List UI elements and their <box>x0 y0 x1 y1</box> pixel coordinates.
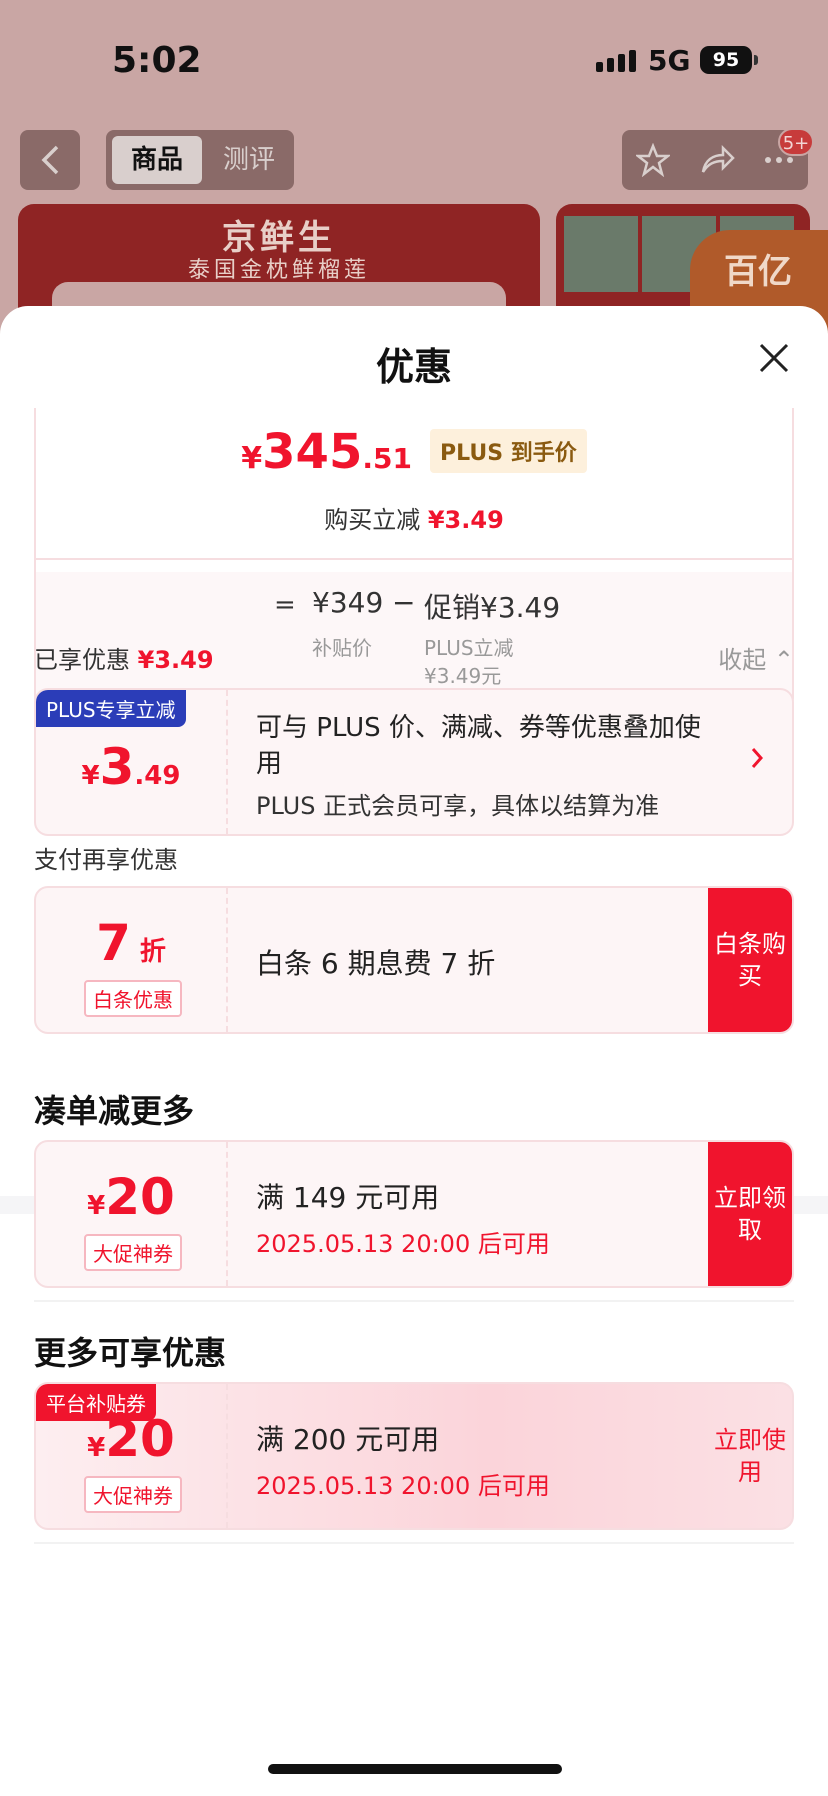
baitiao-label: 白条优惠 <box>84 980 182 1017</box>
chevron-right-icon <box>751 748 764 768</box>
coupon-currency: ¥ <box>81 761 100 791</box>
message-badge: 5+ <box>778 128 814 156</box>
more-discounts-heading: 更多可享优惠 <box>34 1334 227 1372</box>
platform-subsidy-coupon: 平台补贴券 ¥20 大促神券 满 200 元可用 2025.05.13 20:0… <box>34 1382 794 1530</box>
tab-product[interactable]: 商品 <box>112 136 202 184</box>
price-decimal: .51 <box>362 442 412 475</box>
signal-icon <box>596 50 636 72</box>
enjoyed-label: 已享优惠 <box>34 646 138 674</box>
coupon-description: 可与 PLUS 价、满减、券等优惠叠加使用 <box>256 713 701 779</box>
discount-rate-number: 7 <box>96 914 131 972</box>
chevron-left-icon <box>41 145 59 175</box>
coupon-value-area: ¥20 大促神券 <box>36 1142 228 1286</box>
final-price: ¥ 345 .51 PLUS 到手价 <box>36 424 792 481</box>
coupon-amount: ¥3.49 <box>36 738 226 796</box>
photo-thumb <box>564 216 638 292</box>
pay-discount-label: 支付再享优惠 <box>34 846 178 874</box>
subsidy-price: ¥349 <box>312 586 384 619</box>
battery-nub <box>754 55 758 65</box>
more-icon[interactable] <box>764 156 794 164</box>
back-button[interactable] <box>20 130 80 190</box>
formula-minus: − <box>392 586 416 619</box>
background-page: 5:02 5G 95 商品 测评 5+ 京鲜生 泰国金枕鲜榴莲 百亿 <box>0 0 828 362</box>
coupon-currency: ¥ <box>87 1433 106 1463</box>
battery-icon: 95 <box>700 46 752 74</box>
coupon-note: PLUS 正式会员可享，具体以结算为准 <box>256 792 660 820</box>
enjoyed-discount-row: 已享优惠 ¥3.49 收起 ⌃ <box>34 640 794 675</box>
status-time: 5:02 <box>112 40 202 81</box>
network-label: 5G <box>648 44 691 77</box>
price-currency: ¥ <box>241 441 263 476</box>
divider <box>34 1542 794 1544</box>
coupon-valid-date: 2025.05.13 20:00 后可用 <box>256 1230 550 1258</box>
plus-discount-coupon[interactable]: PLUS专享立减 ¥3.49 可与 PLUS 价、满减、券等优惠叠加使用 PLU… <box>34 688 794 836</box>
formula-equals: = <box>274 590 296 620</box>
coupon-type-label: 大促神券 <box>84 1476 182 1513</box>
divider <box>36 558 792 560</box>
baitiao-buy-button[interactable]: 白条购买 <box>708 888 792 1032</box>
brand-subtitle: 泰国金枕鲜榴莲 <box>187 258 370 283</box>
coupon-value-area: 7 折 白条优惠 <box>36 888 228 1032</box>
share-icon[interactable] <box>699 145 735 175</box>
coupon-condition: 满 149 元可用 <box>256 1181 440 1214</box>
bundle-coupon: ¥20 大促神券 满 149 元可用 2025.05.13 20:00 后可用 … <box>34 1140 794 1288</box>
promo-amount: 促销¥3.49 <box>424 591 561 624</box>
enjoyed-value: ¥3.49 <box>137 646 214 674</box>
coupon-type-label: 大促神券 <box>84 1234 182 1271</box>
sheet-title: 优惠 <box>375 345 452 389</box>
price-integer: 345 <box>262 424 363 480</box>
instant-discount: 购买立减 ¥3.49 <box>36 500 792 535</box>
tab-review[interactable]: 测评 <box>214 136 284 184</box>
instant-discount-value: ¥3.49 <box>427 506 504 534</box>
coupon-amount-int: 20 <box>105 1410 175 1468</box>
status-bar: 5:02 5G 95 <box>0 0 828 110</box>
coupon-amount-dec: .49 <box>134 761 181 791</box>
home-indicator <box>268 1764 562 1774</box>
coupon-amount: ¥20 <box>36 1410 226 1468</box>
coupon-valid-date: 2025.05.13 20:00 后可用 <box>256 1472 550 1500</box>
product-nav: 商品 测评 5+ <box>0 128 828 190</box>
baitiao-coupon: 7 折 白条优惠 白条 6 期息费 7 折 白条购买 <box>34 886 794 1034</box>
baitiao-description: 白条 6 期息费 7 折 <box>256 947 496 980</box>
discount-sheet: 优惠 ¥ 345 .51 PLUS 到手价 购买立减 ¥3.49 = ¥349 … <box>0 306 828 1796</box>
coupon-value-area: PLUS专享立减 ¥3.49 <box>36 690 228 834</box>
coupon-condition: 满 200 元可用 <box>256 1423 440 1456</box>
coupon-amount: ¥20 <box>36 1168 226 1226</box>
star-icon[interactable] <box>636 143 671 177</box>
bundle-heading: 凑单减更多 <box>34 1092 195 1130</box>
discount-rate-unit: 折 <box>130 937 166 967</box>
discount-rate: 7 折 <box>36 914 226 972</box>
close-icon[interactable] <box>756 340 792 376</box>
plus-price-tag: PLUS 到手价 <box>429 429 587 473</box>
claim-coupon-button[interactable]: 立即领取 <box>708 1142 792 1286</box>
collapse-button[interactable]: 收起 ⌃ <box>718 640 794 675</box>
coupon-value-area: 平台补贴券 ¥20 大促神券 <box>36 1384 228 1528</box>
coupon-amount-int: 20 <box>105 1168 175 1226</box>
coupon-amount-int: 3 <box>99 738 135 796</box>
divider <box>34 1300 794 1302</box>
use-coupon-button[interactable]: 立即使用 <box>708 1384 792 1528</box>
tab-switcher: 商品 测评 <box>106 130 294 190</box>
instant-discount-label: 购买立减 <box>324 506 428 534</box>
coupon-currency: ¥ <box>87 1191 106 1221</box>
plus-exclusive-tag: PLUS专享立减 <box>36 690 186 727</box>
